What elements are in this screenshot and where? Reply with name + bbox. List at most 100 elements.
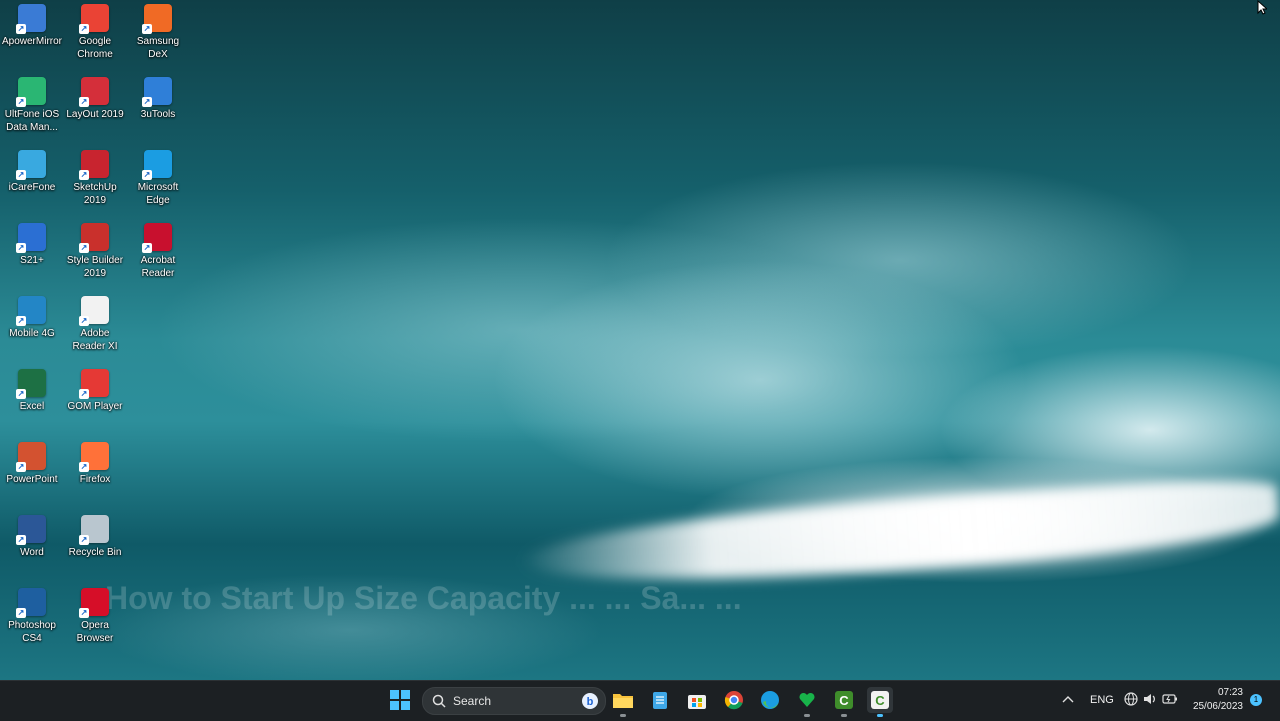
recycle-bin-icon: ↗ [79,515,109,545]
desktop-icon-label: Word [20,547,44,558]
gom-player-icon: ↗ [79,369,109,399]
taskbar-microsoft-store[interactable] [684,687,710,713]
wave-foam [518,473,1280,597]
sketchup-icon: ↗ [79,150,109,180]
chrome-icon [724,691,743,710]
chevron-up-icon[interactable] [1062,694,1074,704]
desktop-icon-label: Mobile 4G [9,328,55,339]
taskbar-file-explorer[interactable] [610,687,636,717]
desktop-icon-label: 3uTools [140,109,176,120]
shortcut-arrow-icon: ↗ [16,24,26,34]
shortcut-arrow-icon: ↗ [142,170,152,180]
layout-icon: ↗ [79,77,109,107]
taskbar-notepad[interactable] [647,687,673,713]
shortcut-arrow-icon: ↗ [16,243,26,253]
excel-icon: ↗ [16,369,46,399]
desktop-icon[interactable]: ↗ PowerPoint [0,438,64,508]
search-placeholder: Search [453,694,492,708]
heart-app-icon [799,692,815,707]
desktop-icon-label: Google Chrome [77,36,113,60]
edge-icon [761,691,779,709]
desktop-icon[interactable]: ↗ Samsung DeX [126,0,190,70]
taskbar-green-app[interactable] [794,687,820,717]
desktop-icon-label: S21+ [20,255,44,266]
volume-icon[interactable] [1143,692,1157,706]
desktop-icon-label: iCareFone [8,182,56,193]
desktop-icon[interactable]: ↗ Style Builder 2019 [63,219,127,289]
desktop-icon[interactable]: ↗ Acrobat Reader [126,219,190,289]
desktop-icon[interactable]: ↗ Photoshop CS4 [0,584,64,654]
store-icon [688,695,706,709]
chrome-icon: ↗ [79,4,109,34]
word-icon: ↗ [16,515,46,545]
desktop-icon-label: Recycle Bin [68,547,122,558]
desktop-icon[interactable]: ↗ Recycle Bin [63,511,127,581]
desktop-icon-label: Acrobat Reader [140,255,176,279]
shortcut-arrow-icon: ↗ [79,608,89,618]
bing-chat-icon[interactable]: b [581,692,599,710]
shortcut-arrow-icon: ↗ [142,97,152,107]
desktop-icon[interactable]: ↗ ApowerMirror [0,0,64,70]
edge-icon: ↗ [142,150,172,180]
desktop-icon[interactable]: ↗ LayOut 2019 [63,73,127,143]
taskbar-edge[interactable] [757,687,783,713]
start-button[interactable] [387,687,413,713]
mobile-4g-icon: ↗ [16,296,46,326]
s21-icon: ↗ [16,223,46,253]
desktop-icon-label: Microsoft Edge [137,182,179,206]
video-watermark-text: How to Start Up Size Capacity ... ... Sa… [105,580,742,616]
desktop-wallpaper: How to Start Up Size Capacity ... ... Sa… [0,0,1280,680]
desktop-icon[interactable]: ↗ GOM Player [63,365,127,435]
notification-badge[interactable]: 1 [1250,694,1262,706]
desktop-icon-label: PowerPoint [6,474,58,485]
desktop-icon-label: SketchUp 2019 [73,182,117,206]
windows-logo-icon [390,690,410,710]
desktop-icon[interactable]: ↗ Microsoft Edge [126,146,190,216]
battery-icon[interactable] [1162,693,1178,705]
shortcut-arrow-icon: ↗ [79,24,89,34]
desktop-icon[interactable]: ↗ iCareFone [0,146,64,216]
svg-text:C: C [875,693,885,708]
mouse-cursor-icon [1257,0,1267,15]
desktop-icon[interactable]: ↗ SketchUp 2019 [63,146,127,216]
desktop-icon[interactable]: ↗ Excel [0,365,64,435]
taskbar-camtasia[interactable]: C [831,687,857,717]
desktop-icon[interactable]: ↗ Mobile 4G [0,292,64,362]
desktop-icon[interactable]: ↗ Google Chrome [63,0,127,70]
3utools-icon: ↗ [142,77,172,107]
clock-date: 25/06/2023 [1192,701,1243,712]
desktop-icon-label: LayOut 2019 [66,109,124,120]
desktop-icon[interactable]: ↗ Firefox [63,438,127,508]
desktop-icon[interactable]: ↗ Opera Browser [63,584,127,654]
adobe-reader-icon: ↗ [79,296,109,326]
photoshop-icon: ↗ [16,588,46,618]
desktop-icon-label: Opera Browser [76,620,114,644]
language-indicator[interactable]: ENG [1090,694,1114,706]
desktop-icon-label: GOM Player [67,401,123,412]
shortcut-arrow-icon: ↗ [16,97,26,107]
desktop-icon[interactable]: ↗ Adobe Reader XI [63,292,127,362]
desktop-icon[interactable]: ↗ S21+ [0,219,64,289]
shortcut-arrow-icon: ↗ [79,97,89,107]
globe-icon[interactable] [1124,692,1138,706]
clock-time: 07:23 [1217,687,1243,698]
icarefone-icon: ↗ [16,150,46,180]
shortcut-arrow-icon: ↗ [16,608,26,618]
taskbar [0,680,1280,721]
desktop-icon[interactable]: ↗ 3uTools [126,73,190,143]
search-icon [432,694,446,708]
clock[interactable]: 07:23 25/06/2023 [1186,686,1246,716]
taskbar-camtasia-recorder[interactable]: C [867,687,893,717]
desktop-icon-label: Firefox [79,474,111,485]
shortcut-arrow-icon: ↗ [79,389,89,399]
running-indicator [877,714,883,717]
desktop-icon[interactable]: ↗ UltFone iOS Data Man... [0,73,64,143]
running-indicator [620,714,626,717]
desktop-icon-label: Photoshop CS4 [8,620,56,644]
desktop-icon[interactable]: ↗ Word [0,511,64,581]
taskbar-search-box[interactable]: Search b [422,687,606,715]
firefox-icon: ↗ [79,442,109,472]
desktop-icon-label: Excel [19,401,45,412]
taskbar-chrome[interactable] [721,687,747,713]
svg-text:C: C [839,693,849,708]
